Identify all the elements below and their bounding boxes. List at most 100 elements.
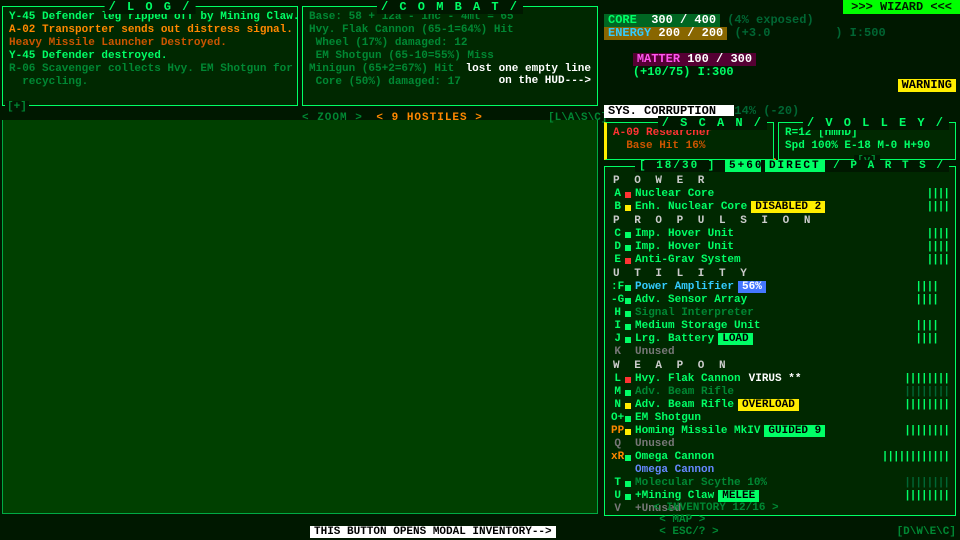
combat-panel: / C O M B A T / Base: 58 + 12a - 1hc - 4… <box>302 6 598 106</box>
part-name: Medium Storage Unit <box>635 320 760 332</box>
part-badge: GUIDED 9 <box>764 425 825 437</box>
part-integrity: |||| <box>927 201 949 213</box>
part-name: Power Amplifier <box>635 281 734 293</box>
part-row[interactable]: BEnh. Nuclear CoreDISABLED 2|||| <box>611 201 949 213</box>
part-status-icon <box>625 298 631 304</box>
warning-badge: WARNING <box>898 79 956 92</box>
parts-section-header: P O W E R <box>613 175 949 187</box>
part-status-icon <box>625 245 631 251</box>
parts-count: [ 18/30 ] 5+60 <box>635 160 771 172</box>
part-name: Imp. Hover Unit <box>635 241 734 253</box>
part-row[interactable]: Q Unused <box>611 438 949 450</box>
combat-note-2: on the HUD---> <box>499 75 591 87</box>
part-row[interactable]: N Adv. Beam Rifle OVERLOAD |||||||| <box>611 399 949 411</box>
zoom-control[interactable]: < ZOOM > <box>302 112 363 124</box>
part-row[interactable]: CImp. Hover Unit|||| <box>611 228 949 240</box>
part-integrity: |||||||| <box>904 399 949 411</box>
part-name: Homing Missile MkIV <box>635 425 760 437</box>
part-key: A <box>611 188 621 200</box>
inventory-toggle[interactable]: < INVENTORY 12/16 > <box>653 502 778 514</box>
log-expand[interactable]: [+] <box>5 101 29 113</box>
part-badge: OVERLOAD <box>738 399 799 411</box>
part-key: Q <box>611 438 621 450</box>
part-row[interactable]: KUnused <box>611 346 949 358</box>
part-name: Imp. Hover Unit <box>635 228 734 240</box>
part-badge: VIRUS ** <box>745 373 806 385</box>
part-status-icon <box>625 481 631 487</box>
part-row[interactable]: IMedium Storage Unit|||| <box>611 320 949 332</box>
part-row[interactable]: PPHoming Missile MkIVGUIDED 9|||||||| <box>611 425 949 437</box>
part-integrity: |||| <box>915 281 949 293</box>
part-integrity: |||||||| <box>904 373 949 385</box>
log-line: Heavy Missile Launcher Destroyed. <box>9 37 291 50</box>
part-row[interactable]: HSignal Interpreter <box>611 307 949 319</box>
part-key: K <box>611 346 621 358</box>
log-line: R-06 Scavenger collects Hvy. EM Shotgun … <box>9 63 291 76</box>
combat-line: Wheel (17%) damaged: 12 <box>309 37 591 50</box>
direct-badge[interactable]: DIRECT <box>765 160 825 172</box>
part-row[interactable]: TMolecular Scythe 10%|||||||| <box>611 477 949 489</box>
part-key: O+ <box>611 412 621 424</box>
log-line: A-02 Transporter sends out distress sign… <box>9 24 291 37</box>
part-badge: 56% <box>738 281 766 293</box>
part-row[interactable]: ANuclear Core|||| <box>611 188 949 200</box>
part-row[interactable]: xROmega Cannon|||||||||||| <box>611 451 949 463</box>
hostiles-count: < 9 HOSTILES > <box>376 112 482 124</box>
part-name: Unused <box>635 438 675 450</box>
part-row[interactable]: MAdv. Beam Rifle|||||||| <box>611 386 949 398</box>
part-row[interactable]: EAnti-Grav System|||| <box>611 254 949 266</box>
part-row[interactable]: Omega Cannon <box>611 464 949 476</box>
part-name: Hvy. Flak Cannon <box>635 373 741 385</box>
scan-hit: Base Hit 16% <box>613 140 767 153</box>
combat-note-1: lost one empty line <box>466 63 591 75</box>
part-status-icon <box>625 311 631 317</box>
energy-stat: ENERGY <box>608 26 651 40</box>
volley-title: / V O L L E Y / <box>803 116 949 130</box>
esc-toggle[interactable]: < ESC/? > <box>659 526 718 538</box>
part-status-icon <box>625 192 631 198</box>
part-row[interactable]: LHvy. Flak CannonVIRUS **|||||||| <box>611 373 949 385</box>
part-status-icon <box>625 455 631 461</box>
part-key: xR <box>611 451 621 463</box>
part-status-icon <box>625 494 631 500</box>
part-name: Enh. Nuclear Core <box>635 201 747 213</box>
part-integrity: |||| <box>915 333 949 345</box>
part-status-icon <box>625 232 631 238</box>
part-key: C <box>611 228 621 240</box>
wizard-banner: >>> WIZARD <<< <box>843 0 960 14</box>
part-name: Omega Cannon <box>635 451 714 463</box>
part-row[interactable]: JLrg. BatteryLOAD|||| <box>611 333 949 345</box>
part-row[interactable]: -GAdv. Sensor Array|||| <box>611 294 949 306</box>
part-integrity: |||| <box>927 188 949 200</box>
energy-extra: (+3.0 ) I:500 <box>734 26 885 40</box>
part-name: EM Shotgun <box>635 412 701 424</box>
part-badge: DISABLED 2 <box>751 201 825 213</box>
part-key: N <box>611 399 621 411</box>
part-integrity: |||| <box>927 254 949 266</box>
map-toggle[interactable]: < MAP > <box>659 514 705 526</box>
part-status-icon <box>625 285 631 291</box>
part-integrity: |||| <box>927 241 949 253</box>
part-row[interactable]: DImp. Hover Unit|||| <box>611 241 949 253</box>
part-row[interactable]: O+ EM Shotgun <box>611 412 949 424</box>
parts-section-header: P R O P U L S I O N <box>613 215 949 227</box>
part-integrity: |||||||| <box>904 477 949 489</box>
part-row[interactable]: :FPower Amplifier56%|||| <box>611 281 949 293</box>
map-view[interactable] <box>2 120 598 514</box>
part-integrity: |||||||| <box>904 386 949 398</box>
part-name: Signal Interpreter <box>635 307 754 319</box>
part-key: V <box>611 503 621 515</box>
combat-line: EM Shotgun (65-10=55%) Miss <box>309 50 591 63</box>
parts-panel: [ 18/30 ] 5+60 DIRECT / P A R T S / P O … <box>604 166 956 516</box>
part-name: Adv. Beam Rifle <box>635 399 734 411</box>
part-status-icon <box>625 377 631 383</box>
combat-line: Hvy. Flak Cannon (65-1=64%) Hit <box>309 24 591 37</box>
map-modes[interactable]: [L\A\S\C] <box>548 112 607 124</box>
part-key: I <box>611 320 621 332</box>
bottom-modes[interactable]: [D\W\E\C] <box>897 526 956 538</box>
parts-section-header: W E A P O N <box>613 360 949 372</box>
part-status-icon <box>625 429 631 435</box>
part-key: PP <box>611 425 621 437</box>
part-integrity: |||| <box>915 294 949 306</box>
core-extra: (4% exposed) <box>727 13 813 27</box>
